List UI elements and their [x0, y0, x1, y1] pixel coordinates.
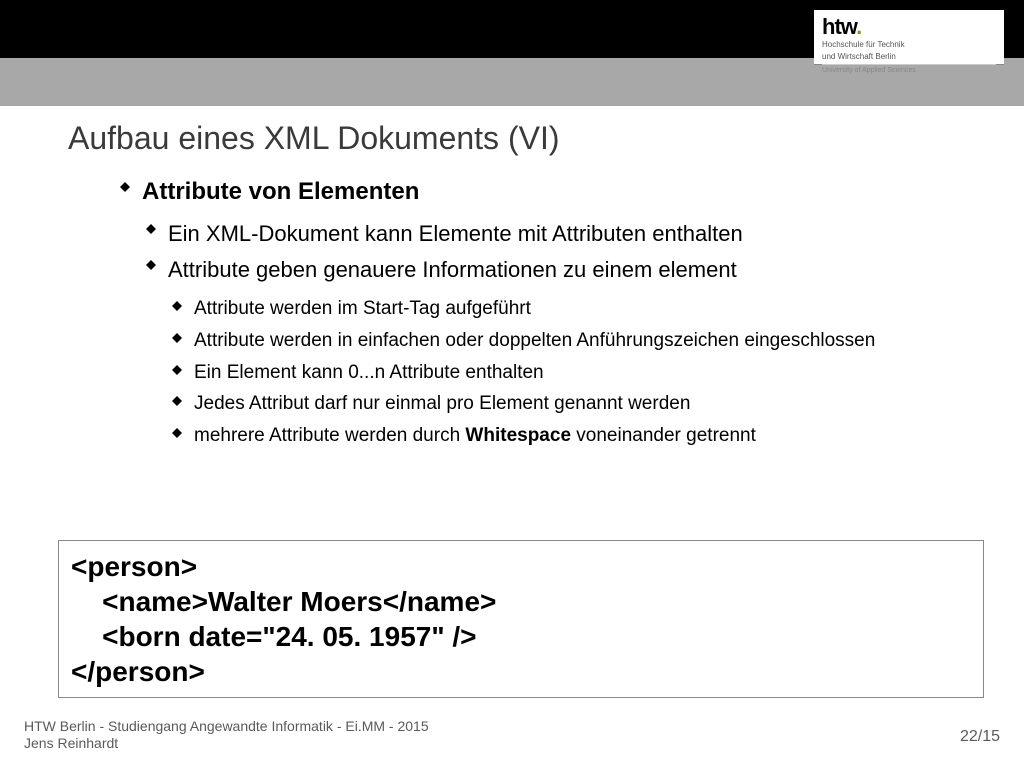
- diamond-icon: [172, 428, 182, 438]
- footer: HTW Berlin - Studiengang Angewandte Info…: [24, 718, 1000, 750]
- diamond-icon: [172, 396, 182, 406]
- bullet-level3: Ein Element kann 0...n Attribute enthalt…: [172, 361, 984, 385]
- bullet-level1: Attribute von Elementen: [120, 178, 984, 206]
- page-number: 22/15: [960, 728, 1000, 746]
- diamond-icon: [146, 260, 156, 270]
- logo-subtitle-2: und Wirtschaft Berlin: [822, 52, 996, 62]
- code-line: <name>Walter Moers</name>: [71, 584, 971, 619]
- diamond-icon: [172, 365, 182, 375]
- bullet-level2: Attribute geben genauere Informationen z…: [146, 256, 984, 284]
- code-line: <born date="24. 05. 1957" />: [71, 619, 971, 654]
- code-line: <person>: [71, 549, 971, 584]
- logo: htw. Hochschule für Technik und Wirtscha…: [814, 10, 1004, 65]
- slide: htw. Hochschule für Technik und Wirtscha…: [0, 0, 1024, 768]
- bullet-level3: mehrere Attribute werden durch Whitespac…: [172, 424, 984, 448]
- bullet-text: Attribute werden in einfachen oder doppe…: [194, 330, 875, 351]
- diamond-icon: [172, 301, 182, 311]
- diamond-icon: [172, 333, 182, 343]
- bullet-level3: Jedes Attribut darf nur einmal pro Eleme…: [172, 392, 984, 416]
- logo-subtitle-1: Hochschule für Technik: [822, 40, 996, 50]
- slide-title: Aufbau eines XML Dokuments (VI): [68, 120, 559, 157]
- code-example: <person> <name>Walter Moers</name> <born…: [58, 540, 984, 698]
- bullet-text: Ein XML-Dokument kann Elemente mit Attri…: [168, 221, 743, 246]
- diamond-icon: [146, 224, 156, 234]
- bullet-text: Attribute geben genauere Informationen z…: [168, 257, 737, 282]
- content-area: Attribute von Elementen Ein XML-Dokument…: [120, 178, 984, 456]
- footer-left: HTW Berlin - Studiengang Angewandte Info…: [24, 718, 1000, 752]
- footer-line1: HTW Berlin - Studiengang Angewandte Info…: [24, 718, 1000, 735]
- bullet-level3: Attribute werden im Start-Tag aufgeführt: [172, 297, 984, 321]
- bullet-text: Ein Element kann 0...n Attribute enthalt…: [194, 362, 544, 383]
- bullet-text: Attribute von Elementen: [142, 178, 419, 205]
- diamond-icon: [120, 182, 130, 192]
- footer-line2: Jens Reinhardt: [24, 735, 1000, 752]
- bullet-text-pre: mehrere Attribute werden durch: [194, 425, 465, 446]
- logo-subtitle-3: University of Applied Sciences: [822, 64, 996, 74]
- bullet-text: Attribute werden im Start-Tag aufgeführt: [194, 298, 531, 319]
- code-line: </person>: [71, 654, 971, 689]
- logo-text: htw.: [822, 16, 996, 38]
- bullet-text-post: voneinander getrennt: [571, 425, 756, 446]
- bullet-level2: Ein XML-Dokument kann Elemente mit Attri…: [146, 220, 984, 248]
- bullet-text: Jedes Attribut darf nur einmal pro Eleme…: [194, 393, 690, 414]
- bullet-level3: Attribute werden in einfachen oder doppe…: [172, 329, 984, 353]
- bullet-text-bold: Whitespace: [465, 425, 571, 446]
